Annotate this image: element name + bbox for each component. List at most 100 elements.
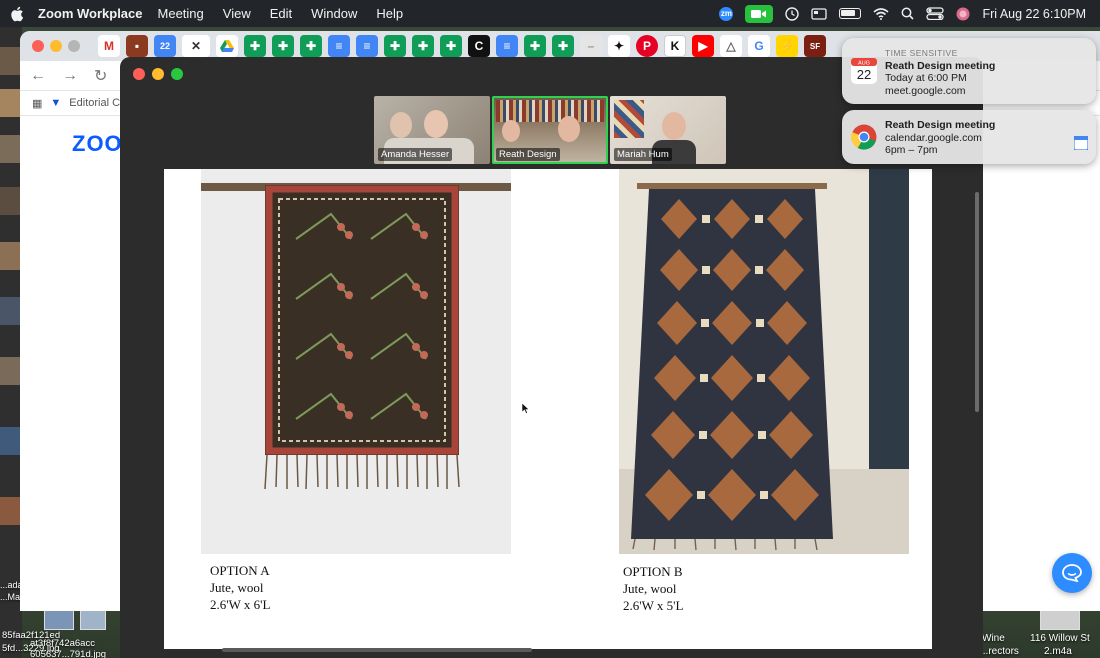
c-icon[interactable]: C xyxy=(468,35,490,57)
bolt-icon[interactable]: ⚡ xyxy=(776,35,798,57)
menu-view[interactable]: View xyxy=(223,6,251,21)
desktop-file-label[interactable]: ...Ma xyxy=(0,592,20,603)
desktop-file-thumb[interactable] xyxy=(0,497,20,525)
desktop-file-thumb[interactable] xyxy=(0,427,20,455)
rug-option-b-image xyxy=(619,169,909,554)
option-a-caption: OPTION A Jute, wool 2.6'W x 6'L xyxy=(210,562,270,613)
option-b-title: OPTION B xyxy=(623,564,683,579)
desktop-file-thumb[interactable] xyxy=(0,47,20,75)
notification-meet[interactable]: AUG 22 TIME SENSITIVE Reath Design meeti… xyxy=(842,38,1096,104)
gmail-icon[interactable]: M xyxy=(98,35,120,57)
desktop-file-thumb[interactable] xyxy=(0,297,20,325)
shared-screen[interactable]: OPTION A Jute, wool 2.6'W x 6'L OPTION B… xyxy=(164,169,932,649)
menu-window[interactable]: Window xyxy=(311,6,357,21)
pinterest-icon[interactable]: P xyxy=(636,35,658,57)
docs-icon[interactable]: ≡ xyxy=(328,35,350,57)
docs-icon[interactable]: ≡ xyxy=(356,35,378,57)
desktop-file-thumb[interactable] xyxy=(44,608,74,630)
battery-icon[interactable] xyxy=(839,8,862,19)
sheets-icon[interactable]: ✚ xyxy=(384,35,406,57)
desktop-file-label[interactable]: ...rectors xyxy=(980,646,1019,657)
docs-icon[interactable]: ≡ xyxy=(496,35,518,57)
reload-icon[interactable]: ↻ xyxy=(94,66,107,86)
participant-face xyxy=(424,110,448,138)
close-window-button[interactable] xyxy=(32,40,44,52)
apple-menu-icon[interactable] xyxy=(10,6,24,22)
apps-grid-icon[interactable]: ▦ xyxy=(32,97,42,110)
app-menu[interactable]: Zoom Workplace xyxy=(38,6,143,21)
calendar-day: 22 xyxy=(857,67,871,82)
sheets-icon[interactable]: ✚ xyxy=(524,35,546,57)
option-a-title: OPTION A xyxy=(210,563,270,578)
participant-tile[interactable]: Mariah Hum xyxy=(610,96,726,164)
horizontal-scrollbar[interactable] xyxy=(222,648,532,652)
desktop-file-thumb[interactable] xyxy=(0,89,20,117)
calendar-icon[interactable]: 22 xyxy=(154,35,176,57)
desktop-file-thumb[interactable] xyxy=(0,187,20,215)
zoom-status-icon[interactable]: zm xyxy=(719,6,734,21)
desktop-file-label[interactable]: 605637...791d.jpg xyxy=(30,649,106,658)
clock-status-icon[interactable] xyxy=(785,6,800,21)
wifi-icon[interactable] xyxy=(873,7,889,20)
menu-edit[interactable]: Edit xyxy=(270,6,292,21)
sheets-icon[interactable]: ✚ xyxy=(412,35,434,57)
desktop-file-label[interactable]: 2.m4a xyxy=(1044,646,1072,657)
sheets-icon[interactable]: ✚ xyxy=(552,35,574,57)
sheets-icon[interactable]: ✚ xyxy=(440,35,462,57)
participant-name: Mariah Hum xyxy=(614,148,672,161)
participant-tile[interactable]: Amanda Hesser xyxy=(374,96,490,164)
back-arrow-icon[interactable]: ← xyxy=(30,67,46,85)
zoom-window-button[interactable] xyxy=(171,68,183,80)
chat-support-button[interactable] xyxy=(1052,553,1092,593)
participant-tile-active-speaker[interactable]: Reath Design xyxy=(492,96,608,164)
drive-icon[interactable]: △ xyxy=(720,35,742,57)
calendar-app-icon[interactable]: ▪ xyxy=(126,35,148,57)
gray-icon[interactable]: – xyxy=(580,35,602,57)
desktop-file-label[interactable]: Wine xyxy=(982,633,1005,644)
control-center-icon[interactable] xyxy=(926,7,945,20)
menubar-clock[interactable]: Fri Aug 22 6:10PM xyxy=(982,7,1086,21)
pin-icon[interactable]: ✦ xyxy=(608,35,630,57)
bookmark-icon: ▼ xyxy=(50,97,62,109)
sheets-icon[interactable]: ✚ xyxy=(300,35,322,57)
sheets-icon[interactable]: ✚ xyxy=(272,35,294,57)
desktop-file-thumb[interactable] xyxy=(80,608,106,630)
window-status-icon[interactable] xyxy=(811,7,828,20)
spotlight-search-icon[interactable] xyxy=(901,7,915,20)
k-icon[interactable]: K xyxy=(664,35,686,57)
minimize-window-button[interactable] xyxy=(152,68,164,80)
sheets-icon[interactable]: ✚ xyxy=(244,35,266,57)
notification-title: Reath Design meeting xyxy=(885,119,996,131)
menu-help[interactable]: Help xyxy=(376,6,403,21)
drive-icon[interactable] xyxy=(216,35,238,57)
menu-meeting[interactable]: Meeting xyxy=(158,6,204,21)
minimize-window-button[interactable] xyxy=(50,40,62,52)
google-icon[interactable]: G xyxy=(748,35,770,57)
notification-calendar[interactable]: Reath Design meeting calendar.google.com… xyxy=(842,110,1096,164)
close-icon[interactable]: ✕ xyxy=(182,35,210,57)
desktop-file-thumb[interactable] xyxy=(1040,608,1080,630)
option-a-size: 2.6'W x 6'L xyxy=(210,597,271,612)
sf-icon[interactable]: SF xyxy=(804,35,826,57)
notification-line: 6pm – 7pm xyxy=(885,144,938,156)
bookshelf xyxy=(496,100,604,122)
calendar-icon: AUG 22 xyxy=(851,58,877,84)
option-b-size: 2.6'W x 5'L xyxy=(623,598,684,613)
option-b-caption: OPTION B Jute, wool 2.6'W x 5'L xyxy=(623,563,683,614)
forward-arrow-icon[interactable]: → xyxy=(62,67,78,85)
zoom-window-button[interactable] xyxy=(68,40,80,52)
desktop-file-label[interactable]: 116 Willow St xyxy=(1030,633,1090,644)
desktop-file-thumb[interactable] xyxy=(0,135,20,163)
youtube-icon[interactable]: ▶ xyxy=(692,35,714,57)
close-window-button[interactable] xyxy=(133,68,145,80)
mouse-cursor-icon xyxy=(522,403,530,414)
desktop-file-thumb[interactable] xyxy=(0,242,20,270)
notification-line: meet.google.com xyxy=(885,84,966,97)
participant-face xyxy=(502,120,520,142)
user-profile-icon[interactable] xyxy=(956,7,970,21)
camera-in-use-icon[interactable] xyxy=(745,4,774,23)
desktop-file-thumb[interactable] xyxy=(0,357,20,385)
vertical-scrollbar[interactable] xyxy=(975,192,979,412)
bookmark-editorial[interactable]: Editorial C xyxy=(69,97,120,109)
participant-face xyxy=(662,112,686,140)
